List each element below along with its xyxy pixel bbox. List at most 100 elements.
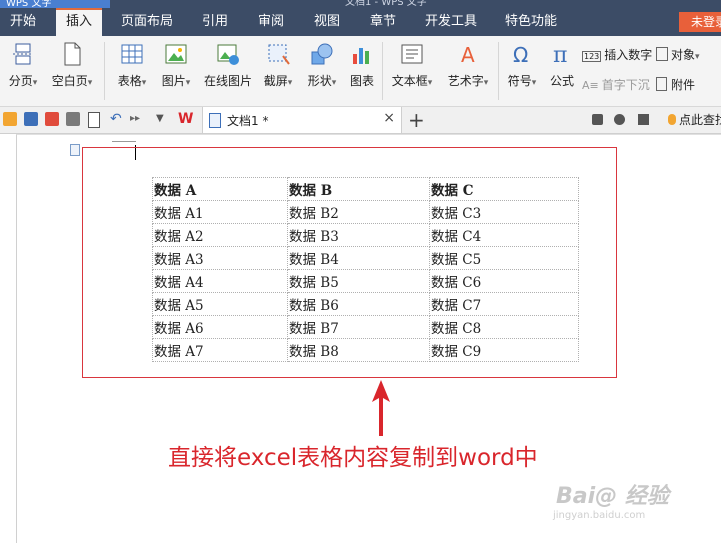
symbol-button[interactable]: Ω 符号▾	[502, 42, 542, 89]
tab-home[interactable]: 开始	[0, 8, 46, 36]
document-tab[interactable]: 文档1 * ×	[202, 107, 402, 133]
wordart-button[interactable]: A 艺术字▾	[442, 42, 494, 89]
attachment-button[interactable]: 附件	[656, 76, 695, 93]
tab-special-features[interactable]: 特色功能	[496, 8, 566, 36]
lightbulb-icon	[668, 114, 676, 125]
object-icon	[656, 47, 668, 61]
table-cell[interactable]: 数据 C3	[429, 200, 579, 224]
attachment-icon	[656, 77, 667, 91]
tab-page-layout[interactable]: 页面布局	[112, 8, 182, 36]
data-table[interactable]: 数据 A 数据 B 数据 C 数据 A1 数据 B2 数据 C3 数据 A2 数据 B…	[152, 177, 579, 362]
table-cell[interactable]: 数据 A7	[152, 338, 288, 362]
watermark-logo: Bai@ 经验	[556, 484, 669, 509]
table-button[interactable]: 表格▾	[112, 42, 152, 89]
table-row: 数据 A4 数据 B5 数据 C6	[152, 269, 579, 293]
table-cell[interactable]: 数据 C7	[429, 292, 579, 316]
screenshot-button[interactable]: 截屏▾	[258, 42, 298, 89]
table-cell[interactable]: 数据 C9	[429, 338, 579, 362]
tab-section[interactable]: 章节	[360, 8, 406, 36]
document-icon	[209, 113, 221, 128]
close-tab-icon[interactable]: ×	[383, 110, 395, 126]
table-cell[interactable]: 数据 A5	[152, 292, 288, 316]
paragraph-marker-icon	[70, 144, 80, 156]
drop-cap-label: 首字下沉	[601, 78, 650, 92]
blank-page-button[interactable]: 空白页▾	[46, 42, 98, 89]
table-cell[interactable]: 数据 B5	[287, 269, 430, 293]
tab-view[interactable]: 视图	[304, 8, 350, 36]
app-menu-button[interactable]: WPS 文字	[0, 0, 110, 8]
login-button[interactable]: 未登录	[679, 12, 721, 32]
shape-icon	[311, 43, 333, 65]
table-cell[interactable]: 数据 C5	[429, 246, 579, 270]
theme-icon[interactable]	[614, 114, 625, 125]
omega-icon: Ω	[513, 43, 528, 66]
table-icon	[121, 44, 143, 64]
print-icon[interactable]	[66, 112, 80, 126]
picture-button[interactable]: 图片▾	[156, 42, 196, 89]
object-button[interactable]: 对象▾	[656, 46, 700, 63]
page-break-button[interactable]: 分页▾	[4, 42, 42, 89]
chart-button[interactable]: 图表	[346, 42, 378, 89]
table-cell[interactable]: 数据 A1	[152, 200, 288, 224]
attachment-label: 附件	[671, 78, 696, 92]
table-cell[interactable]: 数据 B3	[287, 223, 430, 247]
table-cell[interactable]: 数据 B4	[287, 246, 430, 270]
drop-cap-icon: A≡	[582, 79, 599, 92]
undo-icon[interactable]: ↶	[110, 112, 124, 126]
table-header-cell[interactable]: 数据 A	[152, 177, 288, 201]
chart-label: 图表	[349, 74, 374, 88]
table-cell[interactable]: 数据 B6	[287, 292, 430, 316]
tab-developer[interactable]: 开发工具	[416, 8, 486, 36]
wordart-label: 艺术字	[447, 74, 484, 88]
layout-icon[interactable]	[592, 114, 603, 125]
textbox-icon	[401, 44, 423, 64]
ribbon-insert: 分页▾ 空白页▾ 表格▾ 图片▾ 在线图片 截屏▾ 形状▾ 图表 文本框▾ A …	[0, 36, 721, 107]
table-cell[interactable]: 数据 C6	[429, 269, 579, 293]
export-pdf-icon[interactable]	[45, 112, 59, 126]
drop-cap-button[interactable]: A≡ 首字下沉	[582, 76, 650, 93]
blank-page-label: 空白页	[51, 74, 88, 88]
watermark-url: jingyan.baidu.com	[553, 510, 646, 521]
save-icon[interactable]	[24, 112, 38, 126]
tab-review[interactable]: 审阅	[248, 8, 294, 36]
up-arrow-icon	[372, 380, 390, 436]
table-cell[interactable]: 数据 B7	[287, 315, 430, 339]
open-folder-icon[interactable]	[3, 112, 17, 126]
help-search[interactable]: 点此查找	[668, 111, 721, 128]
table-cell[interactable]: 数据 C8	[429, 315, 579, 339]
print-preview-icon[interactable]	[88, 112, 100, 128]
ribbon-separator	[498, 42, 499, 100]
shape-button[interactable]: 形状▾	[302, 42, 342, 89]
table-header-cell[interactable]: 数据 C	[429, 177, 579, 201]
annotation-caption: 直接将excel表格内容复制到word中	[168, 445, 538, 471]
tab-insert[interactable]: 插入	[56, 8, 102, 36]
table-header-cell[interactable]: 数据 B	[287, 177, 430, 201]
table-cell[interactable]: 数据 A2	[152, 223, 288, 247]
picture-icon	[165, 44, 187, 64]
table-cell[interactable]: 数据 C4	[429, 223, 579, 247]
screenshot-label: 截屏	[263, 74, 288, 88]
feedback-icon[interactable]	[638, 114, 649, 125]
formula-button[interactable]: π 公式	[546, 42, 578, 89]
page-break-icon	[13, 43, 33, 65]
table-cell[interactable]: 数据 B8	[287, 338, 430, 362]
table-label: 表格	[117, 74, 142, 88]
picture-label: 图片	[161, 74, 186, 88]
title-bar: WPS 文字 文档1 - WPS 文字	[0, 0, 721, 8]
margin-guide	[112, 141, 136, 142]
table-cell[interactable]: 数据 A6	[152, 315, 288, 339]
window-title: 文档1 - WPS 文字	[345, 0, 427, 8]
more-icon[interactable]: ▸▸	[130, 112, 144, 126]
customize-dropdown-icon[interactable]: ▼	[156, 112, 170, 126]
table-cell[interactable]: 数据 A3	[152, 246, 288, 270]
online-picture-button[interactable]: 在线图片	[202, 42, 254, 89]
new-tab-button[interactable]: +	[408, 107, 425, 133]
insert-number-button[interactable]: 123 插入数字	[582, 46, 652, 63]
textbox-button[interactable]: 文本框▾	[388, 42, 436, 89]
table-cell[interactable]: 数据 A4	[152, 269, 288, 293]
table-cell[interactable]: 数据 B2	[287, 200, 430, 224]
blank-page-icon	[64, 42, 81, 66]
wps-logo-icon[interactable]: W	[178, 112, 193, 126]
ribbon-separator	[382, 42, 383, 100]
tab-references[interactable]: 引用	[192, 8, 238, 36]
